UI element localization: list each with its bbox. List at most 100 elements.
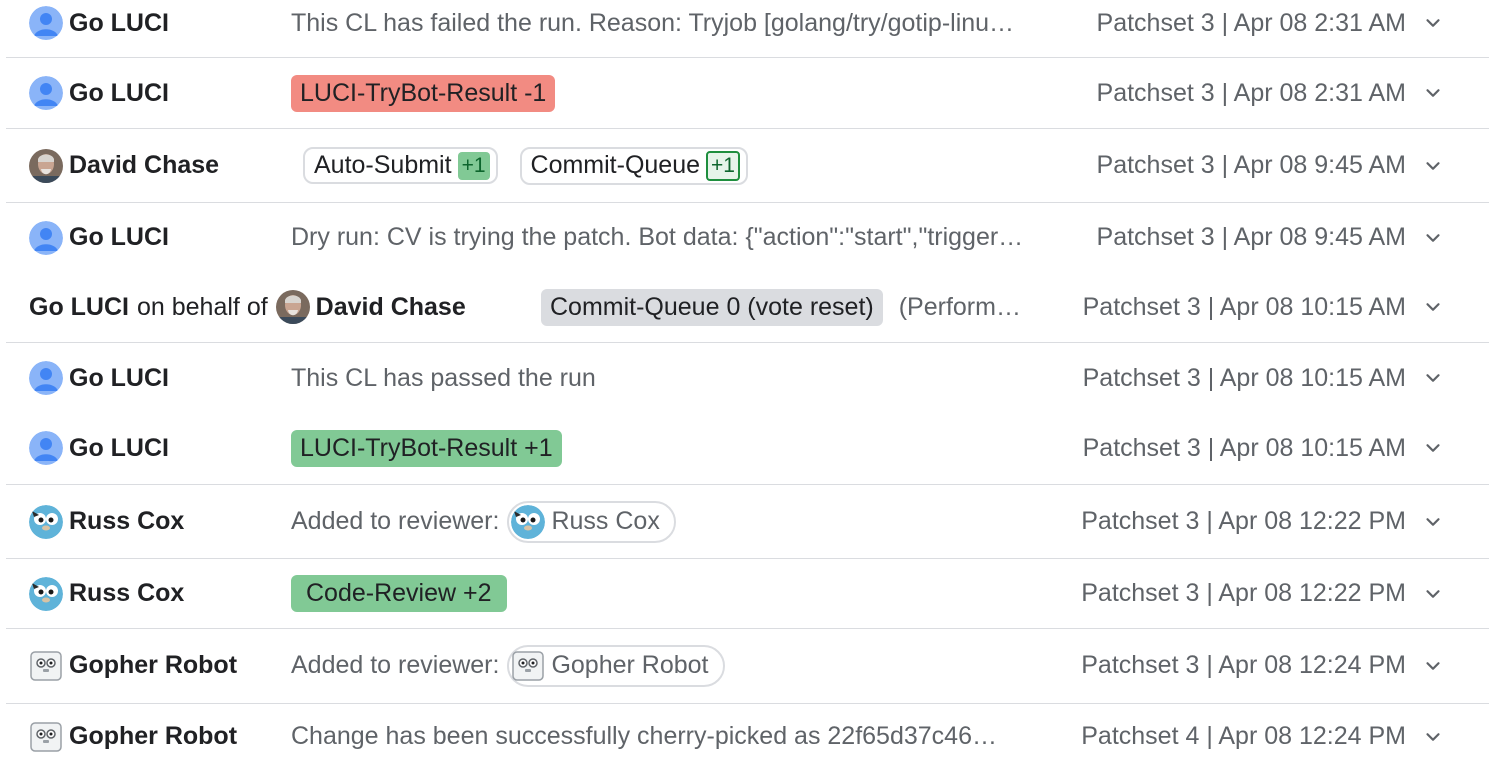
message-row[interactable]: Go LUCI Dry run: CV is trying the patch.…: [6, 203, 1489, 272]
person-avatar-icon: [29, 431, 63, 465]
real-author-name[interactable]: David Chase: [316, 293, 466, 322]
chevron-down-icon: [1426, 661, 1440, 670]
message-summary: This CL has failed the run. Reason: Tryj…: [291, 0, 1014, 46]
author-name[interactable]: Go LUCI: [69, 434, 169, 463]
message-row[interactable]: Go LUCI LUCI-TryBot-Result -1 Patchset 3…: [6, 58, 1489, 128]
message-row[interactable]: David Chase Auto-Submit +1 Commit-Queue …: [6, 129, 1489, 202]
person-avatar-icon: [29, 6, 63, 40]
expand-button[interactable]: [1422, 272, 1444, 342]
expand-button[interactable]: [1422, 485, 1444, 558]
robot-avatar-icon: [511, 649, 545, 683]
expand-button[interactable]: [1422, 629, 1444, 702]
message-date[interactable]: Patchset 3 | Apr 08 2:31 AM: [1097, 0, 1406, 46]
message-date[interactable]: Patchset 3 | Apr 08 10:15 AM: [1083, 272, 1406, 342]
reviewer-name: Russ Cox: [551, 507, 660, 535]
message-text: This CL has failed the run. Reason: Tryj…: [291, 8, 1015, 37]
robot-avatar-icon: [29, 649, 63, 683]
vote-chip-commit-queue[interactable]: Commit-Queue +1: [519, 146, 748, 185]
message-row[interactable]: Gopher Robot Added to reviewer: Gopher R…: [6, 629, 1489, 702]
message-date[interactable]: Patchset 3 | Apr 08 10:15 AM: [1083, 413, 1406, 483]
message-date[interactable]: Patchset 4 | Apr 08 12:24 PM: [1081, 704, 1406, 769]
chevron-down-icon: [1426, 444, 1440, 452]
message-date[interactable]: Patchset 3 | Apr 08 12:22 PM: [1081, 485, 1406, 558]
expand-button[interactable]: [1422, 129, 1444, 202]
author-name[interactable]: David Chase: [69, 151, 219, 180]
expand-button[interactable]: [1422, 203, 1444, 272]
author-name[interactable]: Go LUCI: [69, 79, 169, 108]
message-author: Go LUCI: [29, 203, 169, 272]
message-text: Dry run: CV is trying the patch. Bot dat…: [291, 223, 1024, 251]
message-author: Go LUCI: [29, 58, 169, 128]
vote-label: Commit-Queue: [530, 151, 701, 179]
photo-avatar-icon: [29, 148, 63, 183]
chevron-down-icon: [1426, 19, 1440, 27]
message-text: Added to reviewer:: [291, 507, 500, 535]
message-summary: LUCI-TryBot-Result +1: [291, 413, 562, 483]
author-name[interactable]: Go LUCI: [69, 9, 169, 38]
vote-chip-auto-submit[interactable]: Auto-Submit +1: [303, 147, 498, 184]
message-summary: Dry run: CV is trying the patch. Bot dat…: [291, 203, 1023, 272]
reviewer-chip[interactable]: Gopher Robot: [507, 644, 725, 687]
gopher-avatar-icon: [511, 504, 546, 539]
author-name[interactable]: Gopher Robot: [69, 722, 237, 751]
message-row[interactable]: Russ Cox Added to reviewer: Russ Cox Pat…: [6, 485, 1489, 558]
message-row[interactable]: Go LUCI This CL has passed the run Patch…: [6, 343, 1489, 413]
person-avatar-icon: [29, 76, 63, 110]
chevron-down-icon: [1426, 374, 1440, 382]
message-author: Russ Cox: [29, 485, 184, 558]
message-list: Go LUCI This CL has failed the run. Reas…: [0, 0, 1495, 769]
expand-button[interactable]: [1422, 559, 1444, 628]
message-summary: Commit-Queue 0 (vote reset) (Perform…: [541, 272, 1021, 342]
message-date[interactable]: Patchset 3 | Apr 08 10:15 AM: [1083, 343, 1406, 413]
expand-button[interactable]: [1422, 0, 1444, 46]
chevron-down-icon: [1426, 89, 1440, 97]
message-row[interactable]: Go LUCI LUCI-TryBot-Result +1 Patchset 3…: [6, 413, 1489, 483]
message-author: Gopher Robot: [29, 704, 237, 769]
author-name[interactable]: Russ Cox: [69, 507, 184, 536]
message-summary: Code-Review +2: [291, 559, 507, 628]
expand-button[interactable]: [1422, 413, 1444, 483]
author-name[interactable]: Russ Cox: [69, 579, 184, 608]
message-summary: This CL has passed the run: [291, 343, 596, 413]
message-row[interactable]: Gopher Robot Change has been successfull…: [6, 704, 1489, 769]
chevron-down-icon: [1426, 303, 1440, 311]
message-text: Added to reviewer:: [291, 651, 500, 679]
author-name[interactable]: Go LUCI: [69, 364, 169, 393]
chevron-down-icon: [1426, 233, 1440, 242]
expand-button[interactable]: [1422, 58, 1444, 128]
vote-label: Auto-Submit: [314, 151, 452, 179]
gopher-avatar-icon: [29, 576, 63, 611]
author-name[interactable]: Go LUCI: [69, 223, 169, 252]
message-row[interactable]: Go LUCI on behalf of David Chase Commit-…: [6, 272, 1489, 342]
reviewer-name: Gopher Robot: [551, 651, 709, 679]
message-text: Change has been successfully cherry-pick…: [291, 722, 997, 750]
message-date[interactable]: Patchset 3 | Apr 08 2:31 AM: [1097, 58, 1406, 128]
message-author: Go LUCI: [29, 0, 169, 46]
message-date[interactable]: Patchset 3 | Apr 08 12:24 PM: [1081, 629, 1406, 702]
message-author: Go LUCI: [29, 343, 169, 413]
vote-value: +1: [706, 150, 740, 181]
message-row[interactable]: Russ Cox Code-Review +2 Patchset 3 | Apr…: [6, 559, 1489, 628]
message-date[interactable]: Patchset 3 | Apr 08 12:22 PM: [1081, 559, 1406, 628]
expand-button[interactable]: [1422, 343, 1444, 413]
message-date[interactable]: Patchset 3 | Apr 08 9:45 AM: [1097, 129, 1406, 202]
message-summary: Auto-Submit +1 Commit-Queue +1: [303, 129, 770, 202]
robot-avatar-icon: [29, 720, 63, 754]
author-name[interactable]: Gopher Robot: [69, 651, 237, 680]
message-summary: Added to reviewer: Russ Cox: [291, 485, 676, 558]
label-change-badge: LUCI-TryBot-Result +1: [291, 429, 562, 467]
message-author: David Chase: [29, 129, 219, 202]
label-change-badge: LUCI-TryBot-Result -1: [291, 74, 556, 112]
label-change-badge: Code-Review +2: [291, 575, 507, 612]
message-summary: LUCI-TryBot-Result -1: [291, 58, 556, 128]
message-author: Russ Cox: [29, 559, 184, 628]
person-avatar-icon: [29, 220, 63, 255]
chevron-down-icon: [1426, 732, 1440, 741]
author-name[interactable]: Go LUCI: [29, 293, 129, 322]
message-author: Go LUCI on behalf of David Chase: [29, 272, 466, 342]
reviewer-chip[interactable]: Russ Cox: [507, 500, 676, 543]
message-date[interactable]: Patchset 3 | Apr 08 9:45 AM: [1097, 203, 1406, 272]
expand-button[interactable]: [1422, 704, 1444, 769]
photo-avatar-icon: [275, 290, 310, 324]
message-row[interactable]: Go LUCI This CL has failed the run. Reas…: [6, 0, 1489, 46]
